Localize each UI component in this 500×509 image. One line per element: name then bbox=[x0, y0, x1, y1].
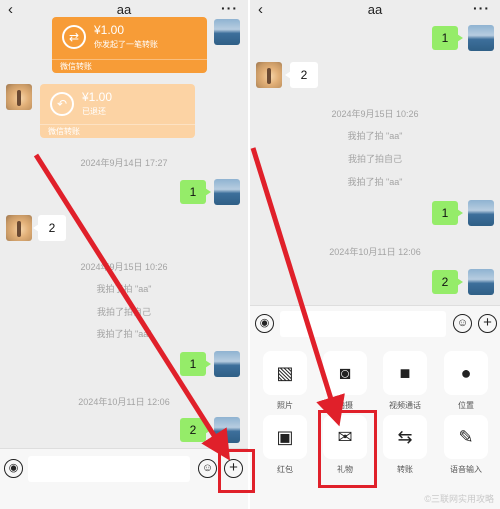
avatar[interactable] bbox=[6, 84, 32, 110]
avatar[interactable] bbox=[256, 62, 282, 88]
more-icon[interactable]: ··· bbox=[473, 0, 490, 16]
transfer-card-returned[interactable]: ↶ ¥1.00 已退还 微信转账 bbox=[40, 84, 195, 138]
timestamp: 2024年9月15日 10:26 bbox=[331, 109, 419, 119]
photo-icon[interactable]: ▧ bbox=[263, 351, 307, 395]
tool-label-transfer: 转账 bbox=[397, 465, 413, 474]
transfer-footer: 微信转账 bbox=[40, 124, 195, 138]
message-bubble[interactable]: 2 bbox=[33, 215, 66, 241]
microphone-icon[interactable]: ✎ bbox=[444, 415, 488, 459]
avatar[interactable] bbox=[214, 417, 240, 443]
plus-icon[interactable]: + bbox=[478, 314, 497, 333]
emoji-icon[interactable]: ☺ bbox=[198, 459, 217, 478]
input-bar: ◉ ☺ + bbox=[0, 448, 248, 488]
message-bubble[interactable]: 2 bbox=[180, 418, 211, 442]
avatar[interactable] bbox=[214, 351, 240, 377]
transfer-card-sent[interactable]: ⇄ ¥1.00 你发起了一笔转账 微信转账 bbox=[52, 17, 207, 73]
transfer-description: 你发起了一笔转账 bbox=[94, 40, 158, 49]
avatar[interactable] bbox=[214, 19, 240, 45]
bottom-safe-area bbox=[0, 488, 248, 509]
camera-icon[interactable]: ◙ bbox=[323, 351, 367, 395]
transfer-status: 已退还 bbox=[82, 107, 106, 116]
location-icon[interactable]: ● bbox=[444, 351, 488, 395]
transfer-footer: 微信转账 bbox=[52, 59, 207, 73]
message-input[interactable] bbox=[28, 456, 190, 482]
transfer-icon[interactable]: ⇆ bbox=[383, 415, 427, 459]
voice-icon[interactable]: ◉ bbox=[4, 459, 23, 478]
tool-label-location: 位置 bbox=[458, 401, 474, 410]
transfer-amount: ¥1.00 bbox=[94, 23, 125, 37]
more-icon[interactable]: ··· bbox=[221, 0, 238, 16]
message-bubble[interactable]: 2 bbox=[285, 62, 318, 88]
timestamp: 2024年9月14日 17:27 bbox=[80, 158, 168, 168]
avatar[interactable] bbox=[214, 179, 240, 205]
avatar[interactable] bbox=[468, 269, 494, 295]
top-bar: ‹ aa ··· bbox=[250, 0, 500, 20]
transfer-icon: ⇄ bbox=[62, 25, 86, 49]
returned-icon: ↶ bbox=[50, 92, 74, 116]
message-bubble[interactable]: 1 bbox=[432, 201, 463, 225]
tool-label-video-call: 视频通话 bbox=[389, 401, 421, 410]
timestamp: 2024年10月11日 12:06 bbox=[78, 397, 170, 407]
system-message: 我拍了拍 "aa" bbox=[96, 284, 152, 294]
system-message: 我拍了拍自己 bbox=[347, 154, 402, 164]
avatar[interactable] bbox=[468, 25, 494, 51]
tool-label-red-packet: 红包 bbox=[277, 465, 293, 474]
message-bubble[interactable]: 1 bbox=[432, 26, 463, 50]
chat-title: aa bbox=[116, 2, 132, 17]
emoji-icon[interactable]: ☺ bbox=[453, 314, 472, 333]
system-message: 我拍了拍 "aa" bbox=[347, 131, 403, 141]
red-packet-icon[interactable]: ▣ bbox=[263, 415, 307, 459]
timestamp: 2024年9月15日 10:26 bbox=[80, 262, 168, 272]
tool-label-photo: 照片 bbox=[277, 401, 293, 410]
highlight-box-gift bbox=[318, 410, 377, 488]
transfer-amount: ¥1.00 bbox=[82, 90, 113, 104]
tool-label-voice-input: 语音输入 bbox=[450, 465, 482, 474]
avatar[interactable] bbox=[6, 215, 32, 241]
watermark: ©三联网实用攻略 bbox=[424, 494, 494, 504]
chat-title: aa bbox=[367, 2, 383, 17]
message-bubble[interactable]: 1 bbox=[180, 180, 211, 204]
input-bar: ◉ ☺ + bbox=[250, 305, 500, 341]
voice-icon[interactable]: ◉ bbox=[255, 314, 274, 333]
system-message: 我拍了拍 "aa" bbox=[347, 177, 403, 187]
system-message: 我拍了拍自己 bbox=[96, 307, 151, 317]
chat-screen-left: ‹ aa ··· ⇄ ¥1.00 你发起了一笔转账 微信转账 ↶ ¥1.00 已… bbox=[0, 0, 248, 509]
message-bubble[interactable]: 1 bbox=[180, 352, 211, 376]
timestamp: 2024年10月11日 12:06 bbox=[329, 247, 421, 257]
video-call-icon[interactable]: ■ bbox=[383, 351, 427, 395]
system-message: 我拍了拍 "aa" bbox=[96, 329, 152, 339]
message-bubble[interactable]: 2 bbox=[432, 270, 463, 294]
message-input[interactable] bbox=[280, 311, 446, 337]
highlight-box-plus bbox=[218, 449, 255, 493]
avatar[interactable] bbox=[468, 200, 494, 226]
